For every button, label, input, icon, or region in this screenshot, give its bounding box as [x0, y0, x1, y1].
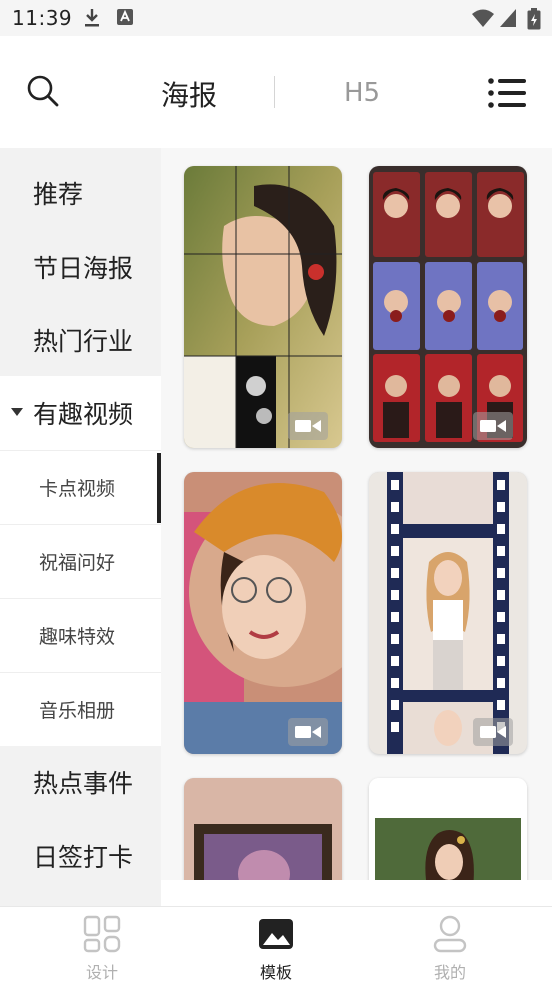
- sidebar-item-greetings[interactable]: 祝福问好: [0, 524, 161, 598]
- nav-design[interactable]: 设计: [42, 907, 162, 983]
- sidebar-item-holiday-poster[interactable]: 节日海报: [0, 230, 161, 304]
- nav-templates[interactable]: 模板: [216, 907, 336, 983]
- template-thumbnail: [184, 166, 342, 448]
- template-thumbnail: [369, 472, 527, 754]
- sidebar-item-beat-video[interactable]: 卡点视频: [0, 450, 161, 524]
- wifi-icon: [472, 9, 494, 27]
- template-card-framed-portrait[interactable]: [184, 778, 342, 880]
- top-header: 海报 H5: [0, 36, 552, 148]
- menu-icon[interactable]: [488, 78, 526, 108]
- caret-down-icon: [11, 408, 23, 416]
- template-card-circle-portrait[interactable]: [184, 472, 342, 754]
- grid-design-icon: [83, 915, 121, 953]
- video-icon: [288, 718, 328, 746]
- template-thumbnail: [184, 472, 342, 754]
- nav-label: 模板: [259, 963, 292, 982]
- sidebar-item-label: 音乐相册: [39, 700, 116, 722]
- app-notification-icon: [117, 9, 133, 25]
- video-icon: [288, 412, 328, 440]
- nav-profile[interactable]: 我的: [390, 907, 510, 983]
- video-icon: [473, 412, 513, 440]
- template-image-icon: [259, 919, 293, 949]
- tab-divider: [274, 76, 275, 108]
- category-sidebar: 推荐 节日海报 热门行业 有趣视频 卡点视频 祝福问好 趣味特效 音乐相册 热点…: [0, 148, 161, 906]
- nav-label: 设计: [85, 963, 118, 982]
- nav-label: 我的: [433, 963, 466, 982]
- sidebar-item-label: 有趣视频: [33, 400, 134, 429]
- template-thumbnail: [184, 778, 342, 880]
- sidebar-item-label: 趣味特效: [39, 626, 116, 648]
- sidebar-item-hot-events[interactable]: 热点事件: [0, 745, 161, 819]
- video-icon: [473, 718, 513, 746]
- search-icon[interactable]: [26, 74, 60, 108]
- template-thumbnail: [369, 166, 527, 448]
- status-time: 11:39: [12, 6, 73, 30]
- sidebar-item-label: 节日海报: [33, 254, 134, 283]
- sidebar-item-recommend[interactable]: 推荐: [0, 156, 161, 230]
- tab-poster[interactable]: 海报: [150, 74, 228, 114]
- sidebar-item-label: 热点事件: [33, 769, 134, 798]
- sidebar-item-hot-industry[interactable]: 热门行业: [0, 303, 161, 377]
- sidebar-item-fun-video[interactable]: 有趣视频: [0, 376, 161, 450]
- sidebar-item-label: 推荐: [33, 180, 84, 209]
- template-thumbnail: [369, 778, 527, 880]
- template-card-portrait-grid[interactable]: [184, 166, 342, 448]
- sidebar-item-music-album[interactable]: 音乐相册: [0, 672, 161, 746]
- sidebar-item-label: 祝福问好: [39, 552, 116, 574]
- bottom-navigation: 设计 模板 我的: [0, 906, 552, 983]
- template-card-nine-grid[interactable]: [369, 166, 527, 448]
- template-card-woman-portrait[interactable]: [369, 778, 527, 880]
- tab-h5[interactable]: H5: [330, 78, 394, 108]
- download-icon: [85, 9, 99, 27]
- status-bar: 11:39: [0, 0, 552, 36]
- sidebar-item-label: 热门行业: [33, 327, 134, 356]
- sidebar-item-label: 日签打卡: [33, 843, 134, 872]
- sidebar-item-label: 卡点视频: [39, 478, 116, 500]
- template-grid: [161, 148, 552, 880]
- template-card-film-strip[interactable]: [369, 472, 527, 754]
- battery-charging-icon: [527, 8, 541, 30]
- signal-icon: [500, 9, 516, 27]
- sidebar-item-fun-effects[interactable]: 趣味特效: [0, 598, 161, 672]
- sidebar-item-daily-checkin[interactable]: 日签打卡: [0, 819, 161, 893]
- profile-icon: [433, 915, 467, 953]
